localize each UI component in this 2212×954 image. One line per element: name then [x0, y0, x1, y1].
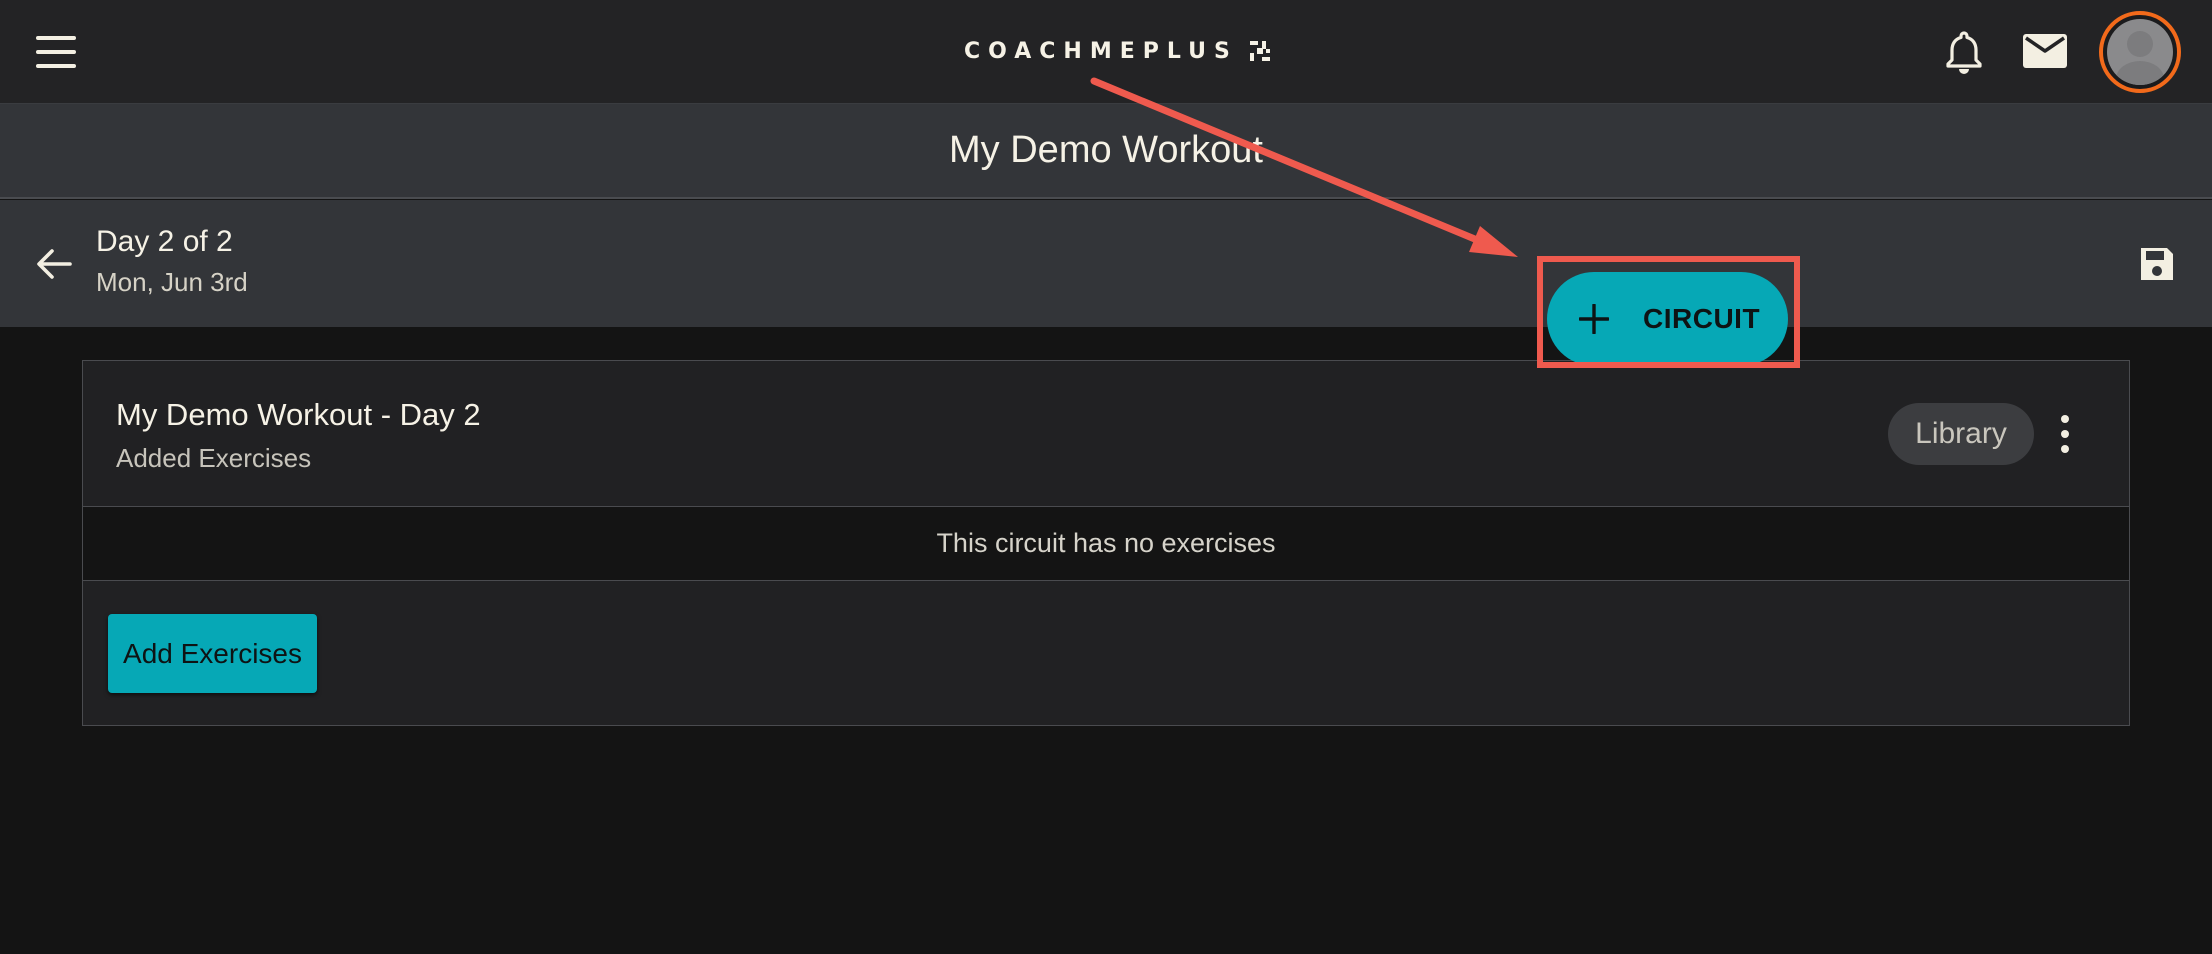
- add-exercises-button[interactable]: Add Exercises: [108, 614, 317, 693]
- circuit-subtitle: Added Exercises: [116, 443, 312, 473]
- empty-circuit-message: This circuit has no exercises: [83, 507, 2129, 581]
- avatar[interactable]: [2099, 11, 2181, 93]
- more-options-icon[interactable]: [2055, 411, 2075, 457]
- logo[interactable]: COACHMEPLUS: [964, 36, 1272, 66]
- top-app-bar: COACHMEPLUS: [0, 0, 2212, 104]
- plus-icon: [1579, 304, 1609, 334]
- bell-icon[interactable]: [1944, 30, 1984, 74]
- day-label: Day 2 of 2: [96, 225, 233, 258]
- library-chip[interactable]: Library: [1888, 403, 2034, 465]
- back-arrow-icon[interactable]: [34, 244, 74, 284]
- menu-icon[interactable]: [30, 30, 82, 74]
- workout-title-bar: My Demo Workout: [0, 104, 2212, 199]
- circuit-card-header: My Demo Workout - Day 2 Added Exercises …: [83, 361, 2129, 507]
- add-circuit-label: CIRCUIT: [1643, 303, 1761, 334]
- avatar-placeholder-icon: [2107, 19, 2173, 85]
- circuit-title: My Demo Workout - Day 2: [116, 397, 481, 432]
- page-title: My Demo Workout: [949, 129, 1263, 171]
- logo-text: COACHMEPLUS: [964, 38, 1238, 64]
- circuit-card: My Demo Workout - Day 2 Added Exercises …: [82, 360, 2130, 726]
- logo-mark-icon: [1249, 41, 1270, 61]
- add-circuit-button[interactable]: CIRCUIT: [1547, 272, 1788, 366]
- save-icon[interactable]: [2138, 245, 2176, 283]
- date-label: Mon, Jun 3rd: [96, 267, 248, 297]
- day-navigation-bar: [0, 200, 2212, 327]
- mail-icon[interactable]: [2022, 33, 2068, 69]
